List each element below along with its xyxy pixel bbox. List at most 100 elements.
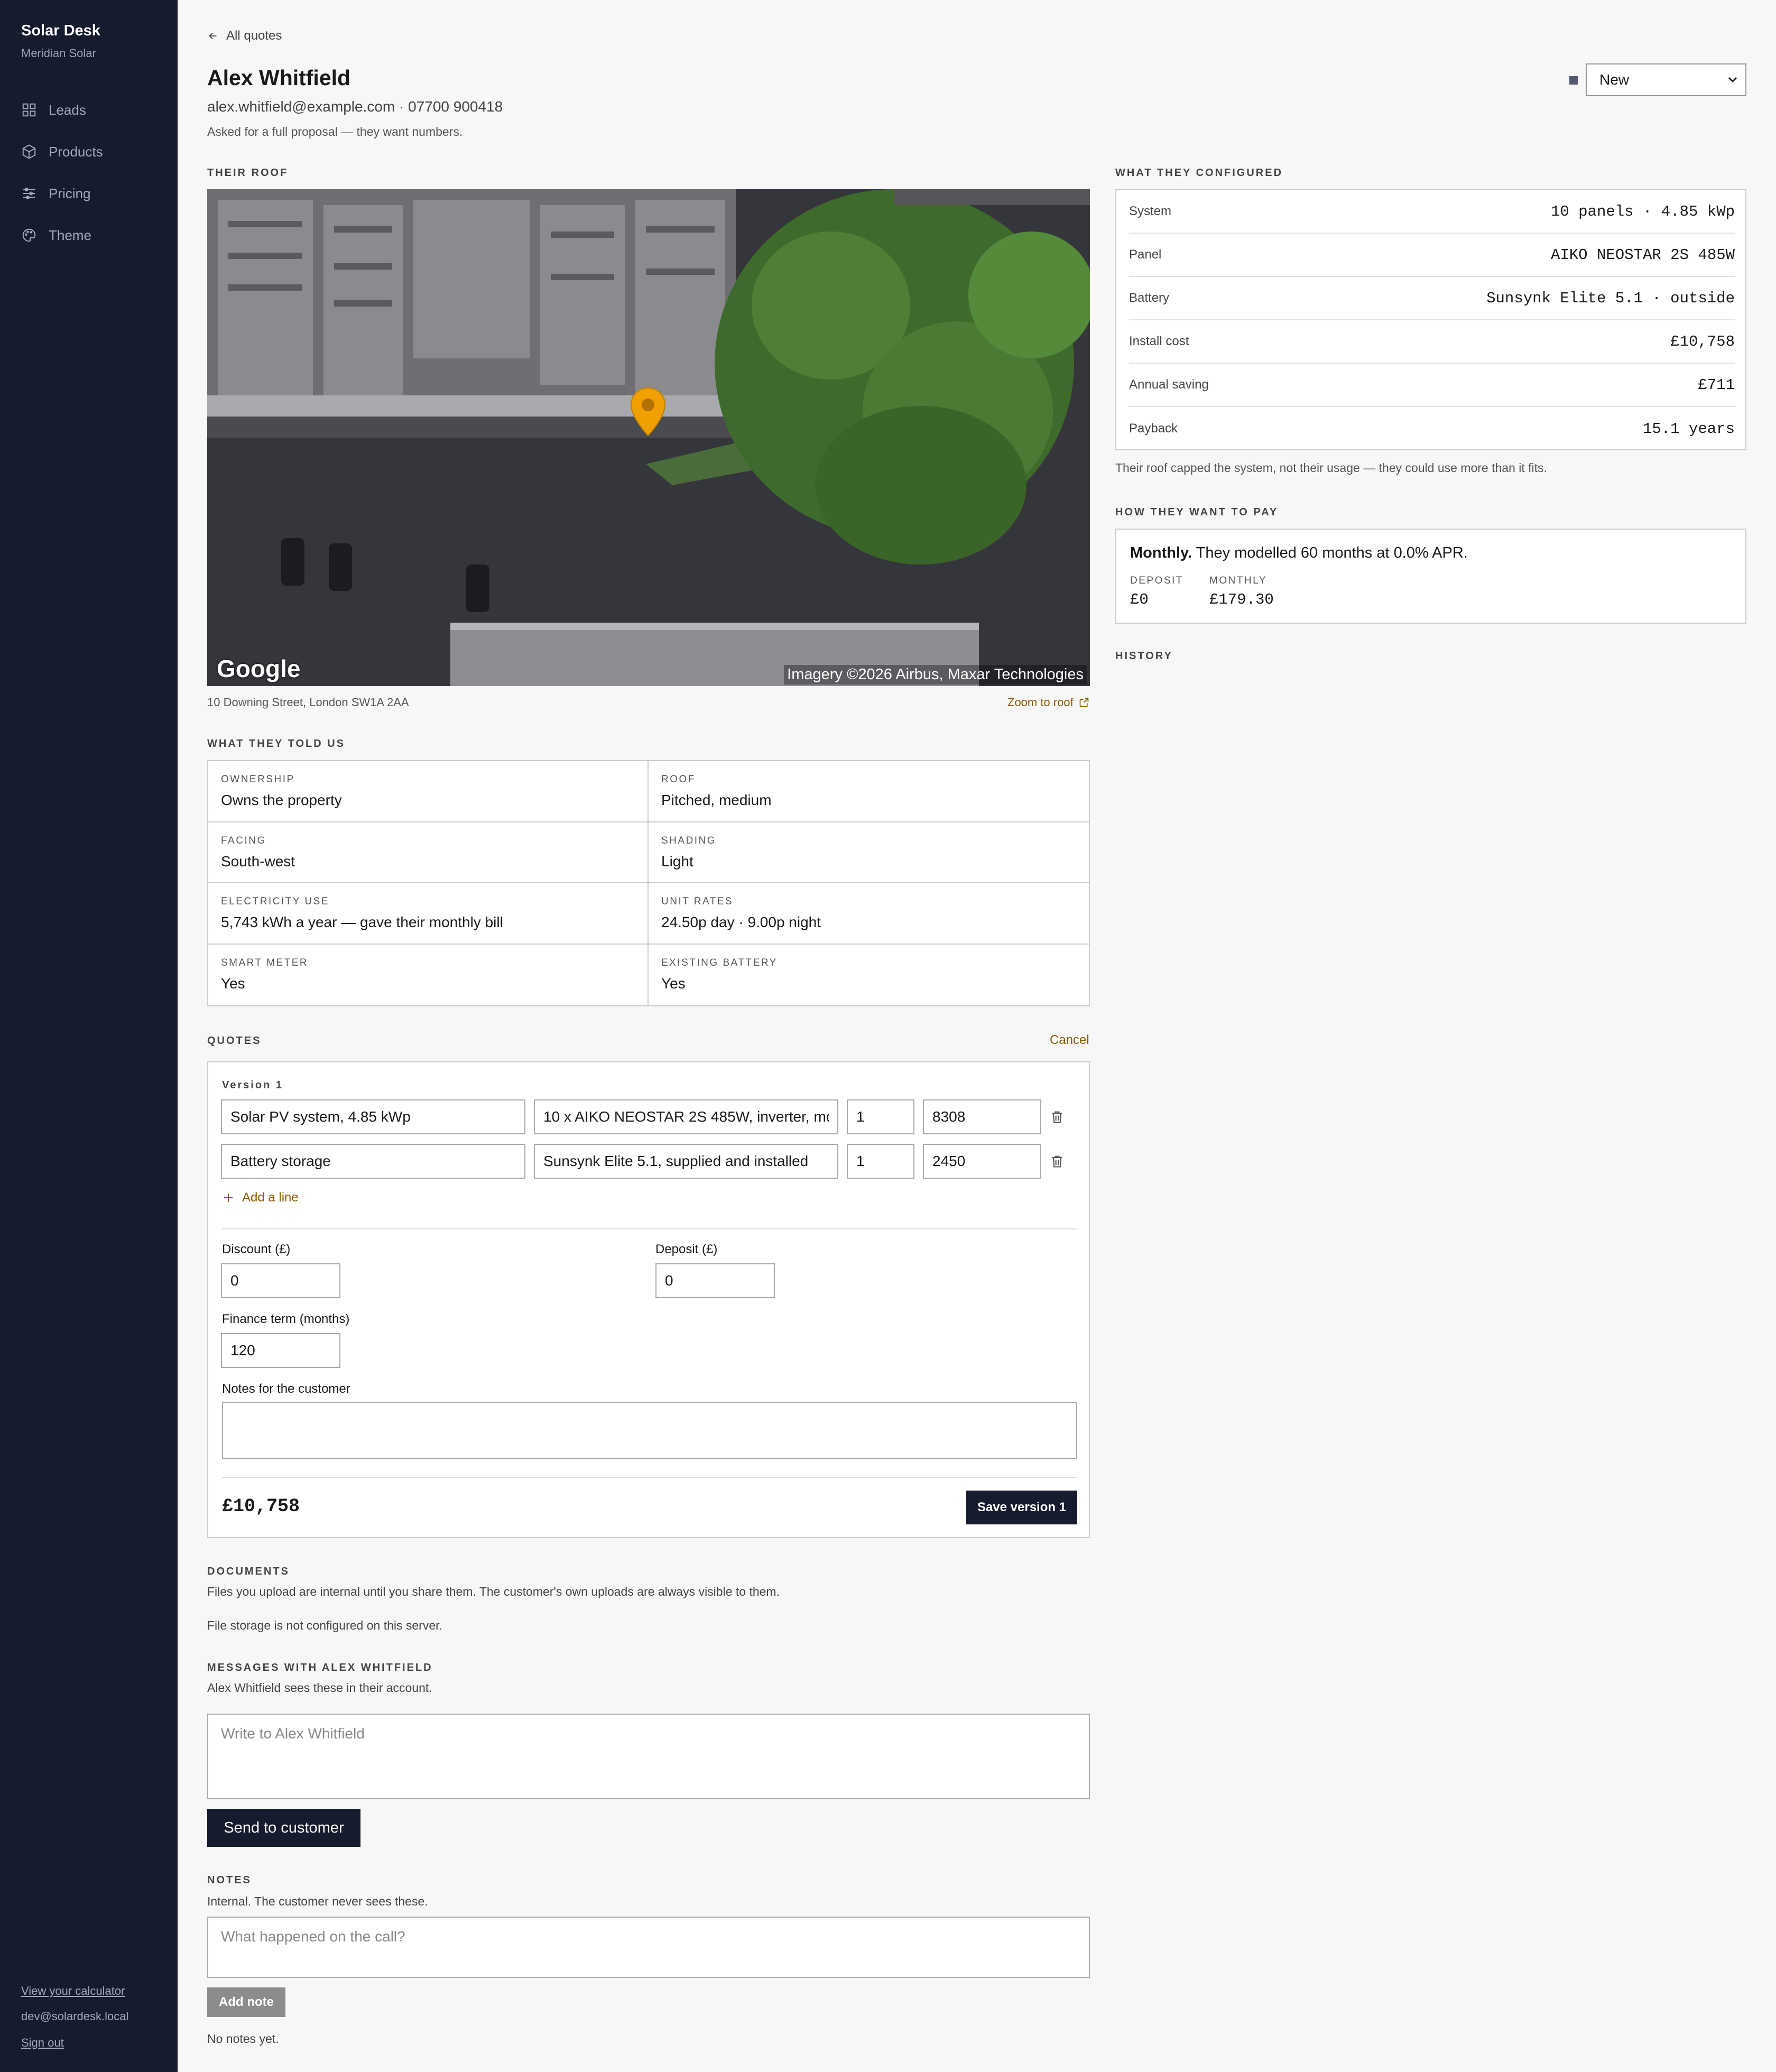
- configured-note: Their roof capped the system, not their …: [1115, 461, 1547, 475]
- zoom-to-roof-link[interactable]: Zoom to roof: [1007, 696, 1089, 709]
- documents-heading: Documents: [207, 1566, 290, 1577]
- box-icon: [22, 144, 36, 159]
- sidebar-item-label: Products: [49, 143, 103, 160]
- sidebar-item-leads[interactable]: Leads: [21, 98, 103, 122]
- zoom-label: Zoom to roof: [1007, 696, 1074, 709]
- line-desc-input[interactable]: [534, 1144, 838, 1179]
- quotes-heading: Quotes: [207, 1035, 262, 1047]
- line-qty-input[interactable]: [847, 1144, 914, 1179]
- sidebar-item-pricing[interactable]: Pricing: [21, 182, 103, 205]
- lead-note: Asked for a full proposal — they want nu…: [207, 125, 463, 138]
- fact-label: Roof: [661, 774, 696, 785]
- divider: [222, 1228, 1077, 1229]
- arrow-left-icon: [209, 32, 217, 40]
- row-label: Panel: [1129, 247, 1162, 262]
- line-name-input[interactable]: [221, 1099, 525, 1134]
- status-value: New: [1599, 71, 1630, 88]
- configured-row: Panel AIKO NEOSTAR 2S 485W: [1129, 234, 1735, 277]
- row-label: Battery: [1129, 291, 1170, 305]
- note-input[interactable]: What happened on the call?: [207, 1917, 1090, 1978]
- fact-value: Yes: [661, 975, 686, 992]
- fact-value: Yes: [221, 975, 245, 992]
- deposit-input[interactable]: [655, 1263, 775, 1298]
- save-version-button[interactable]: Save version 1: [966, 1491, 1077, 1524]
- discount-label: Discount (£): [222, 1242, 291, 1256]
- status-select[interactable]: New: [1586, 63, 1746, 96]
- messages-desc: Alex Whitfield sees these in their accou…: [207, 1681, 432, 1695]
- line-qty-input[interactable]: [847, 1099, 914, 1134]
- customer-notes-label: Notes for the customer: [222, 1382, 350, 1396]
- add-line-label: Add a line: [242, 1190, 299, 1205]
- notes-heading: Notes: [207, 1874, 252, 1886]
- configured-row: Payback 15.1 years: [1129, 407, 1735, 450]
- fact-value: Pitched, medium: [661, 792, 772, 808]
- messages-heading: Messages with Alex Whitfield: [207, 1662, 433, 1673]
- row-value: AIKO NEOSTAR 2S 485W: [1550, 246, 1735, 264]
- roof-heading: Their roof: [207, 167, 289, 179]
- finance-term-input[interactable]: [221, 1333, 340, 1368]
- external-link-icon: [1079, 698, 1089, 707]
- quote-total: £10,758: [222, 1496, 300, 1517]
- trash-icon[interactable]: [1050, 1154, 1065, 1169]
- quote-editor: Version 1 Add a line Discount (£) Deposi…: [207, 1061, 1090, 1538]
- payment-summary-text: They modelled 60 months at 0.0% APR.: [1196, 544, 1468, 561]
- configured-row: Install cost £10,758: [1129, 320, 1735, 364]
- fact-label: Smart meter: [221, 957, 309, 968]
- add-note-button[interactable]: Add note: [207, 1987, 285, 2017]
- sign-out-link[interactable]: Sign out: [21, 2036, 64, 2050]
- deposit-label: DEPOSIT: [1130, 575, 1183, 586]
- fact-label: Ownership: [221, 774, 295, 785]
- pay-heading: How they want to pay: [1115, 506, 1279, 518]
- discount-input[interactable]: [221, 1263, 340, 1298]
- deposit-label: Deposit (£): [655, 1242, 718, 1256]
- fact-existing-battery: Existing battery Yes: [649, 945, 1089, 1006]
- grid-icon: [22, 103, 36, 117]
- trash-icon[interactable]: [1050, 1109, 1065, 1124]
- property-address: 10 Downing Street, London SW1A 2AA: [207, 696, 409, 709]
- line-name-input[interactable]: [221, 1144, 525, 1179]
- sidebar-item-theme[interactable]: Theme: [21, 224, 103, 247]
- fact-label: Shading: [661, 835, 717, 846]
- notes-desc: Internal. The customer never sees these.: [207, 1894, 428, 1908]
- map-pin-icon: [630, 387, 666, 437]
- back-link[interactable]: All quotes: [207, 29, 282, 43]
- line-price-input[interactable]: [923, 1099, 1041, 1134]
- sidebar-item-products[interactable]: Products: [21, 140, 103, 163]
- sidebar-item-label: Leads: [49, 101, 86, 118]
- documents-desc: Files you upload are internal until you …: [207, 1585, 780, 1598]
- fact-value: South-west: [221, 853, 295, 870]
- configured-row: Annual saving £711: [1129, 364, 1735, 407]
- add-line-button[interactable]: Add a line: [222, 1190, 299, 1205]
- fact-label: Electricity use: [221, 896, 330, 907]
- cancel-button[interactable]: Cancel: [1050, 1033, 1089, 1048]
- row-label: System: [1129, 204, 1172, 218]
- customer-notes-input[interactable]: [222, 1402, 1077, 1459]
- line-desc-input[interactable]: [534, 1099, 838, 1134]
- monthly-value: £179.30: [1209, 591, 1274, 608]
- told-heading: What they told us: [207, 738, 345, 750]
- satellite-image: [207, 189, 1090, 686]
- send-to-customer-button[interactable]: Send to customer: [207, 1809, 360, 1847]
- fact-facing: Facing South-west: [208, 822, 649, 883]
- payment-summary: Monthly. They modelled 60 months at 0.0%…: [1115, 529, 1746, 624]
- deposit-value: £0: [1130, 591, 1149, 608]
- roof-map[interactable]: Google Imagery ©2026 Airbus, Maxar Techn…: [207, 189, 1090, 686]
- fact-shading: Shading Light: [649, 822, 1089, 883]
- row-value: £711: [1698, 376, 1735, 394]
- sidebar-nav: Leads Products Pricing Theme: [21, 98, 103, 265]
- sidebar-item-label: Theme: [49, 227, 91, 243]
- configured-heading: What they configured: [1115, 167, 1283, 179]
- payment-mode: Monthly.: [1130, 544, 1192, 561]
- fact-roof: Roof Pitched, medium: [649, 761, 1089, 822]
- back-link-label: All quotes: [226, 29, 282, 43]
- fact-value: Light: [661, 853, 693, 870]
- finance-term-label: Finance term (months): [222, 1312, 350, 1326]
- plus-icon: [224, 1194, 233, 1202]
- sidebar-item-label: Pricing: [49, 185, 91, 201]
- line-price-input[interactable]: [923, 1144, 1041, 1179]
- row-value: 10 panels · 4.85 kWp: [1550, 202, 1735, 220]
- view-calculator-link[interactable]: View your calculator: [21, 1984, 125, 1998]
- fact-unit-rates: Unit rates 24.50p day · 9.00p night: [649, 883, 1089, 945]
- user-email: dev@solardesk.local: [21, 2010, 129, 2023]
- message-input[interactable]: Write to Alex Whitfield: [207, 1714, 1090, 1799]
